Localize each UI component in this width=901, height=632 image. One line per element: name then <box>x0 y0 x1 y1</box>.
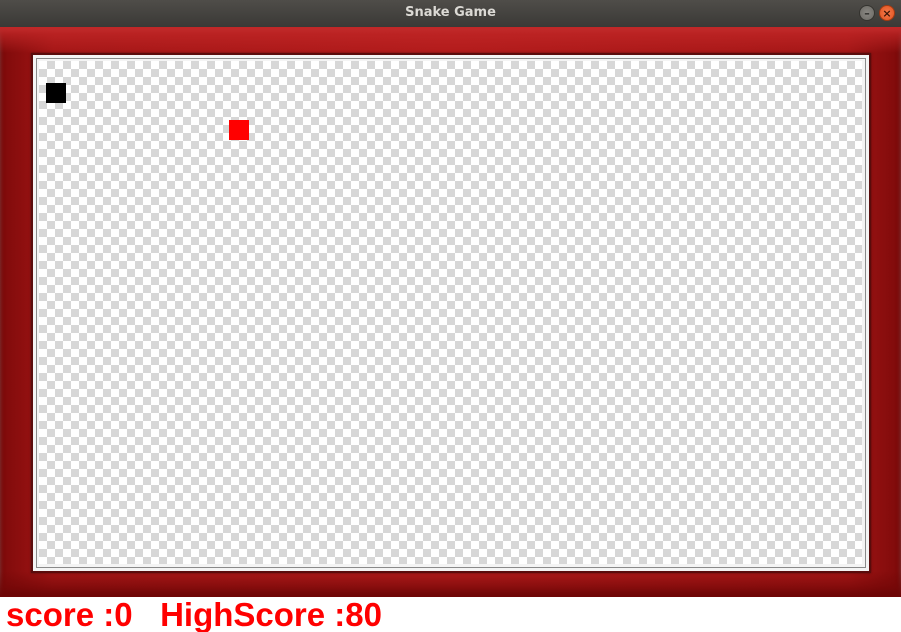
score-display: score :0 HighScore :80 <box>6 597 382 632</box>
score-gap <box>133 597 161 632</box>
score-label: score : <box>6 597 115 632</box>
close-button[interactable]: × <box>879 5 895 21</box>
frame-highlight <box>0 27 901 53</box>
minimize-button[interactable]: – <box>859 5 875 21</box>
highscore-label: HighScore : <box>160 597 346 632</box>
game-board[interactable] <box>39 61 862 564</box>
game-frame <box>0 27 901 597</box>
frame-shadow <box>0 571 901 597</box>
window-title: Snake Game <box>405 5 496 20</box>
score-bar: score :0 HighScore :80 <box>0 597 901 632</box>
snake-head <box>46 83 66 103</box>
score-value: 0 <box>114 597 133 632</box>
highscore-value: 80 <box>345 597 383 632</box>
title-bar[interactable]: Snake Game – × <box>0 0 901 28</box>
game-window: Snake Game – × score :0 HighScore :80 <box>0 0 901 632</box>
food-item <box>229 120 249 140</box>
